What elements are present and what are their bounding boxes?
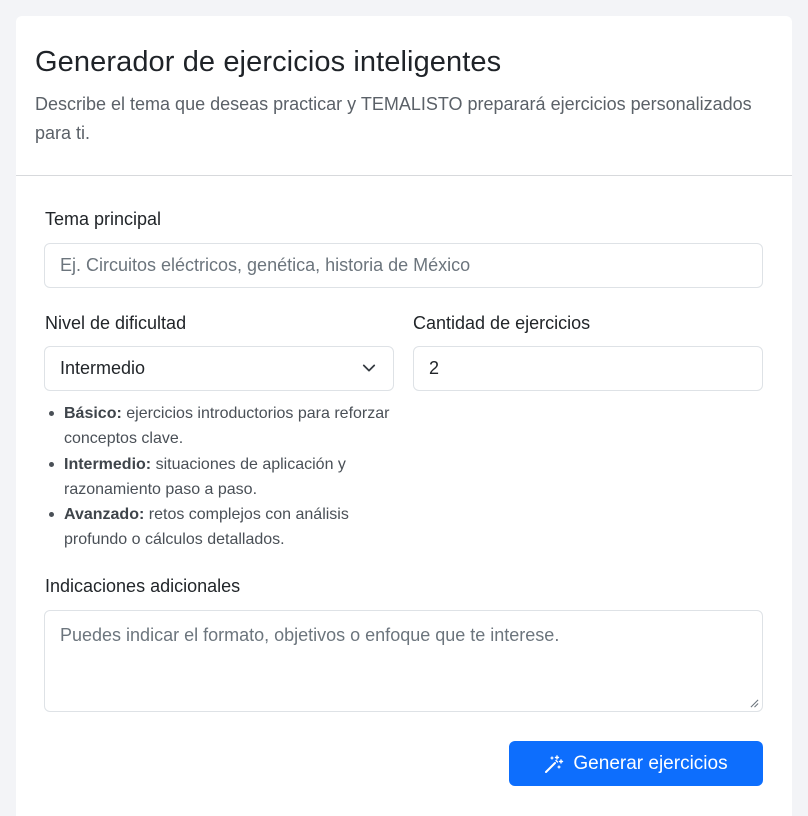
- difficulty-label: Nivel de dificultad: [45, 313, 187, 333]
- difficulty-selected-value: Intermedio: [60, 358, 146, 378]
- quantity-label: Cantidad de ejercicios: [413, 313, 591, 333]
- card-header: Generador de ejercicios inteligentes Des…: [16, 16, 792, 176]
- topic-label: Tema principal: [45, 209, 162, 229]
- topic-input[interactable]: Ej. Circuitos eléctricos, genética, hist…: [44, 243, 763, 288]
- chevron-down-icon: [362, 364, 376, 372]
- page-title: Generador de ejercicios inteligentes: [35, 46, 502, 78]
- difficulty-select[interactable]: Intermedio: [44, 346, 394, 391]
- quantity-value: 2: [429, 358, 440, 378]
- resize-grip-icon[interactable]: [750, 699, 759, 708]
- level-name: Intermedio:: [64, 455, 152, 473]
- list-item: Básico: ejercicios introductorios para r…: [45, 401, 390, 452]
- instructions-textarea[interactable]: Puedes indicar el formato, objetivos o e…: [44, 610, 763, 712]
- generate-exercises-button[interactable]: Generar ejercicios: [509, 741, 763, 786]
- level-name: Avanzado:: [64, 506, 145, 524]
- level-name: Básico:: [64, 405, 122, 422]
- page-subtitle: Describe el tema que deseas practicar y …: [35, 94, 752, 143]
- generate-button-label: Generar ejercicios: [573, 752, 728, 774]
- magic-wand-icon: [545, 754, 564, 773]
- difficulty-levels-list: Básico: ejercicios introductorios para r…: [45, 401, 390, 553]
- topic-placeholder: Ej. Circuitos eléctricos, genética, hist…: [60, 255, 471, 275]
- instructions-placeholder: Puedes indicar el formato, objetivos o e…: [60, 625, 560, 645]
- instructions-label: Indicaciones adicionales: [45, 576, 241, 596]
- list-item: Intermedio: situaciones de aplicación y …: [45, 452, 390, 503]
- quantity-input[interactable]: 2: [413, 346, 763, 391]
- list-item: Avanzado: retos complejos con análisis p…: [45, 502, 390, 553]
